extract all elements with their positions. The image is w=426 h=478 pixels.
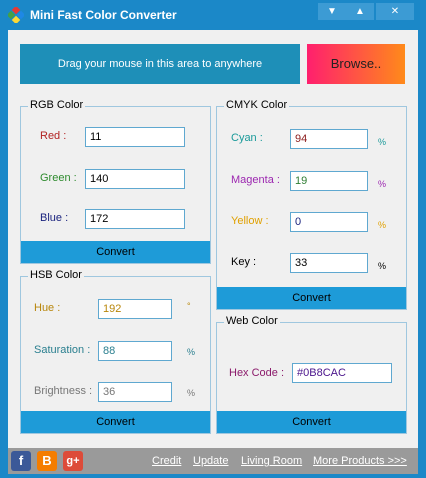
magenta-input[interactable]: 19 bbox=[290, 171, 368, 191]
credit-link[interactable]: Credit bbox=[152, 455, 181, 467]
brightness-input[interactable]: 36 bbox=[98, 382, 172, 402]
magenta-label: Magenta : bbox=[231, 174, 280, 186]
browse-button[interactable]: Browse.. bbox=[307, 44, 405, 84]
rgb-group: RGB Color Red : 11 Green : 140 Blue : 17… bbox=[20, 99, 211, 264]
web-group-title: Web Color bbox=[224, 315, 280, 327]
app-logo-icon bbox=[8, 7, 24, 23]
footer-bar: f B g+ Credit Update Living Room More Pr… bbox=[8, 448, 418, 474]
hue-unit: ° bbox=[187, 301, 191, 311]
saturation-input[interactable]: 88 bbox=[98, 341, 172, 361]
saturation-unit: % bbox=[187, 347, 196, 357]
drag-area[interactable]: Drag your mouse in this area to anywhere bbox=[20, 44, 300, 84]
hsb-convert-button[interactable]: Convert bbox=[21, 411, 210, 433]
blue-label: Blue : bbox=[40, 212, 69, 224]
more-products-link[interactable]: More Products >>> bbox=[313, 455, 407, 467]
title-bar[interactable]: Mini Fast Color Converter ▼ ▲ ✕ bbox=[0, 0, 426, 30]
maximize-button[interactable]: ▲ bbox=[346, 3, 374, 20]
yellow-label: Yellow : bbox=[231, 215, 269, 227]
google-plus-icon[interactable]: g+ bbox=[63, 451, 83, 471]
update-link[interactable]: Update bbox=[193, 455, 228, 467]
cmyk-group-title: CMYK Color bbox=[224, 99, 290, 111]
cmyk-convert-button[interactable]: Convert bbox=[217, 287, 406, 309]
brightness-label: Brightness : bbox=[34, 385, 93, 397]
cmyk-group: CMYK Color Cyan : 94 % Magenta : 19 % Ye… bbox=[216, 99, 407, 310]
key-label: Key : bbox=[231, 256, 257, 268]
blogger-icon[interactable]: B bbox=[37, 451, 57, 471]
hex-input[interactable]: #0B8CAC bbox=[292, 363, 392, 383]
hsb-group-title: HSB Color bbox=[28, 269, 84, 281]
brightness-unit: % bbox=[187, 388, 196, 398]
key-input[interactable]: 33 bbox=[290, 253, 368, 273]
key-unit: % bbox=[378, 261, 387, 271]
green-input[interactable]: 140 bbox=[85, 169, 185, 189]
window-title: Mini Fast Color Converter bbox=[30, 8, 177, 22]
hue-label: Hue : bbox=[34, 302, 61, 314]
app-window: Mini Fast Color Converter ▼ ▲ ✕ Drag you… bbox=[0, 0, 426, 478]
living-room-link[interactable]: Living Room bbox=[241, 455, 302, 467]
cyan-unit: % bbox=[378, 137, 387, 147]
close-button[interactable]: ✕ bbox=[376, 3, 414, 20]
rgb-convert-button[interactable]: Convert bbox=[21, 241, 210, 263]
web-convert-button[interactable]: Convert bbox=[217, 411, 406, 433]
facebook-icon[interactable]: f bbox=[11, 451, 31, 471]
red-input[interactable]: 11 bbox=[85, 127, 185, 147]
hex-label: Hex Code : bbox=[229, 367, 285, 379]
rgb-group-title: RGB Color bbox=[28, 99, 86, 111]
cyan-input[interactable]: 94 bbox=[290, 129, 368, 149]
hsb-group: HSB Color Hue : 192 ° Saturation : 88 % … bbox=[20, 269, 211, 434]
saturation-label: Saturation : bbox=[34, 344, 91, 356]
green-label: Green : bbox=[40, 172, 77, 184]
cyan-label: Cyan : bbox=[231, 132, 263, 144]
yellow-input[interactable]: 0 bbox=[290, 212, 368, 232]
blue-input[interactable]: 172 bbox=[85, 209, 185, 229]
hue-input[interactable]: 192 bbox=[98, 299, 172, 319]
magenta-unit: % bbox=[378, 179, 387, 189]
red-label: Red : bbox=[40, 130, 67, 142]
web-group: Web Color Hex Code : #0B8CAC Convert bbox=[216, 315, 407, 434]
yellow-unit: % bbox=[378, 220, 387, 230]
client-area: Drag your mouse in this area to anywhere… bbox=[8, 30, 418, 448]
minimize-button[interactable]: ▼ bbox=[318, 3, 346, 20]
